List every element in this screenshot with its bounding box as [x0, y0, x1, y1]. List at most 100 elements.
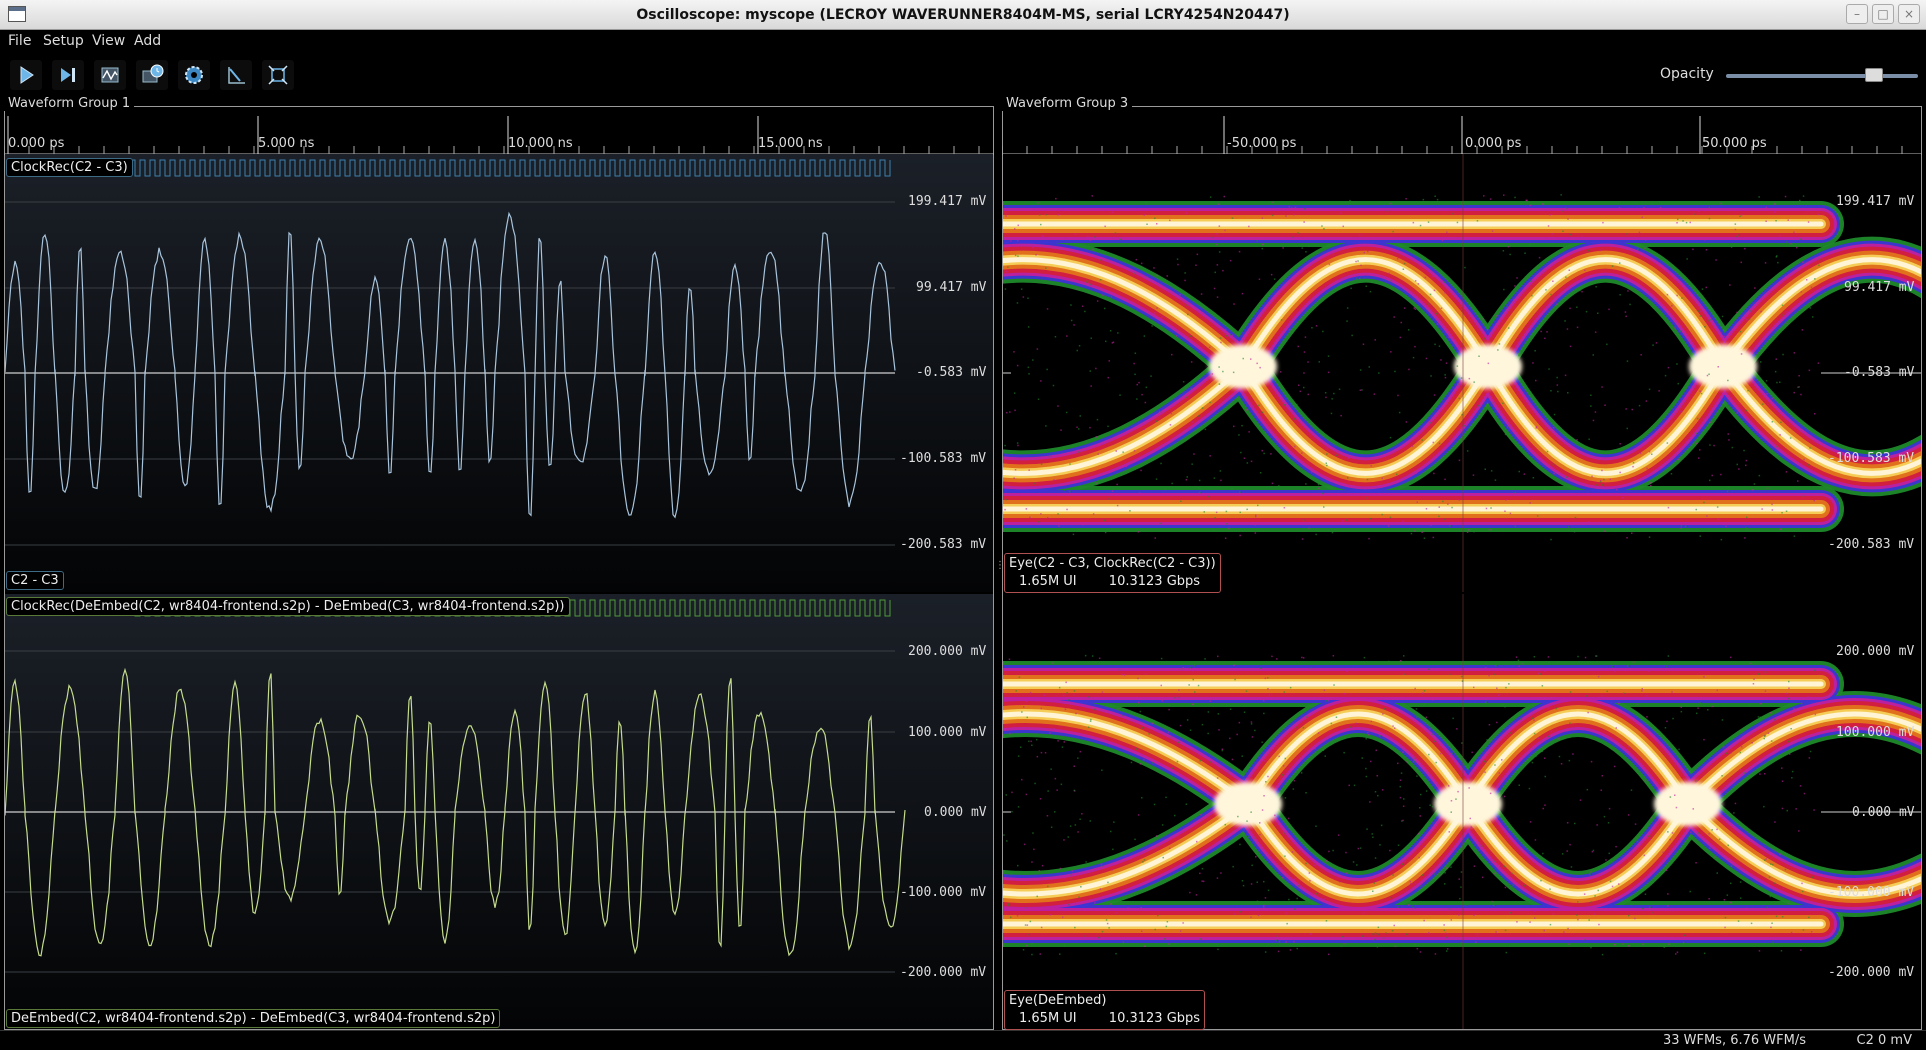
eye-label-deembed[interactable]: Eye(DeEmbed) 1.65M UI 10.3123 Gbps	[1004, 990, 1206, 1030]
eye-speckle	[1441, 239, 1444, 242]
close-button[interactable]: ×	[1898, 4, 1920, 24]
eye-speckle	[1165, 796, 1167, 799]
eye-speckle	[1716, 506, 1719, 508]
eye-speckle	[1659, 207, 1662, 209]
group3-time-axis[interactable]	[1002, 116, 1922, 156]
measure-button[interactable]	[220, 60, 252, 90]
eye-speckle	[1144, 673, 1147, 675]
start-trigger-button[interactable]	[10, 60, 42, 90]
eye-speckle	[1392, 725, 1394, 727]
clockrec-label[interactable]: ClockRec(C2 - C3)	[6, 158, 133, 177]
eye-speckle	[1632, 661, 1635, 663]
eye-speckle	[1765, 380, 1768, 382]
opacity-slider-thumb[interactable]	[1865, 68, 1884, 82]
eye-speckle	[1634, 477, 1636, 479]
waveform-plot-deembed[interactable]	[5, 594, 993, 1029]
waveform-button[interactable]	[94, 60, 126, 90]
eye-speckle	[1725, 752, 1728, 755]
g3-xtick: -50.000 ps	[1227, 136, 1297, 151]
eye-speckle	[1513, 299, 1515, 301]
eye-speckle	[1552, 463, 1555, 466]
eye-speckle	[1023, 843, 1026, 846]
eye-speckle	[1737, 234, 1739, 236]
eye-speckle	[1667, 904, 1669, 907]
eye-speckle	[1597, 312, 1599, 314]
eye-speckle	[1699, 535, 1701, 537]
eye-speckle	[1643, 775, 1646, 778]
trace-label-deembed[interactable]: DeEmbed(C2, wr8404-frontend.s2p) - DeEmb…	[6, 1009, 501, 1028]
eye-speckle	[1682, 941, 1685, 944]
menu-setup[interactable]: Setup	[43, 33, 84, 49]
g3-top-ytick: -0.583 mV	[1844, 365, 1915, 380]
eye-speckle	[1218, 225, 1221, 227]
eye-speckle	[1534, 839, 1537, 841]
menu-file[interactable]: File	[8, 33, 31, 49]
opacity-slider[interactable]	[1726, 68, 1918, 82]
eye-speckle	[1576, 306, 1578, 308]
menu-view[interactable]: View	[92, 33, 125, 49]
eye-speckle	[1736, 412, 1738, 414]
eye-speckle	[1403, 655, 1405, 657]
eye-speckle	[1677, 382, 1679, 385]
eye-speckle	[1721, 315, 1724, 318]
eye-speckle	[1308, 245, 1310, 248]
eye-speckle	[1070, 304, 1072, 306]
eye-speckle	[1494, 764, 1496, 766]
eye-speckle	[1405, 198, 1407, 200]
eye-speckle	[1451, 752, 1453, 755]
eye-speckle	[1562, 698, 1564, 700]
eye-speckle	[1433, 472, 1435, 475]
eye-speckle	[1040, 513, 1042, 515]
single-trigger-button[interactable]	[52, 60, 84, 90]
eye-speckle	[1357, 847, 1360, 850]
eye-speckle	[1476, 220, 1479, 222]
eye-speckle	[1216, 777, 1219, 779]
eye-speckle	[1511, 872, 1513, 874]
g1-bot-ytick: -200.000 mV	[900, 965, 987, 980]
eye-speckle	[1049, 914, 1052, 916]
eye-speckle	[1257, 504, 1259, 507]
group1-time-axis[interactable]	[4, 116, 994, 156]
eye-speckle	[1405, 421, 1408, 423]
eye-speckle	[1631, 903, 1633, 906]
eye-speckle	[1663, 946, 1665, 948]
splitter-handle[interactable]: ⋮	[995, 560, 1005, 572]
maximize-button[interactable]: □	[1872, 4, 1894, 24]
eye-speckle	[1791, 770, 1794, 773]
eye-speckle	[1458, 914, 1460, 916]
eye-speckle	[1779, 434, 1781, 436]
fullscreen-button[interactable]	[262, 60, 294, 90]
eye-speckle	[1518, 665, 1520, 667]
eye-label-c2-c3[interactable]: Eye(C2 - C3, ClockRec(C2 - C3)) 1.65M UI…	[1004, 553, 1221, 593]
eye-speckle	[1596, 824, 1598, 826]
eye-speckle	[1391, 930, 1394, 932]
eye-speckle	[1658, 390, 1660, 392]
eye-plot-c2-c3[interactable]	[1003, 154, 1921, 592]
minimize-button[interactable]: –	[1846, 4, 1868, 24]
history-button[interactable]	[136, 60, 168, 90]
eye-speckle	[1199, 491, 1201, 494]
eye-speckle	[1217, 948, 1219, 951]
eye-speckle	[1562, 230, 1564, 232]
eye-speckle	[1460, 942, 1462, 944]
eye-speckle	[1374, 339, 1376, 341]
clockrec-deembed-label[interactable]: ClockRec(DeEmbed(C2, wr8404-frontend.s2p…	[6, 597, 570, 616]
eye-speckle	[1540, 879, 1542, 882]
eye-speckle	[1185, 212, 1187, 214]
eye-speckle	[1093, 249, 1096, 252]
eye-speckle	[1565, 476, 1567, 478]
g3-bot-ytick: 200.000 mV	[1836, 644, 1915, 659]
waveform-plot-c2-c3[interactable]	[5, 154, 993, 592]
eye-speckle	[1478, 355, 1480, 357]
eye-speckle	[1471, 751, 1473, 754]
eye-speckle	[1730, 865, 1733, 867]
eye-plot-deembed[interactable]	[1003, 594, 1921, 1029]
settings-button[interactable]	[178, 60, 210, 90]
eye-speckle	[1549, 923, 1552, 926]
eye-speckle	[1411, 905, 1414, 908]
eye-speckle	[1100, 865, 1103, 868]
trace-label-c2-c3[interactable]: C2 - C3	[6, 571, 64, 590]
eye-speckle	[1172, 767, 1174, 769]
eye-speckle	[1643, 247, 1645, 249]
menu-add[interactable]: Add	[134, 33, 161, 49]
